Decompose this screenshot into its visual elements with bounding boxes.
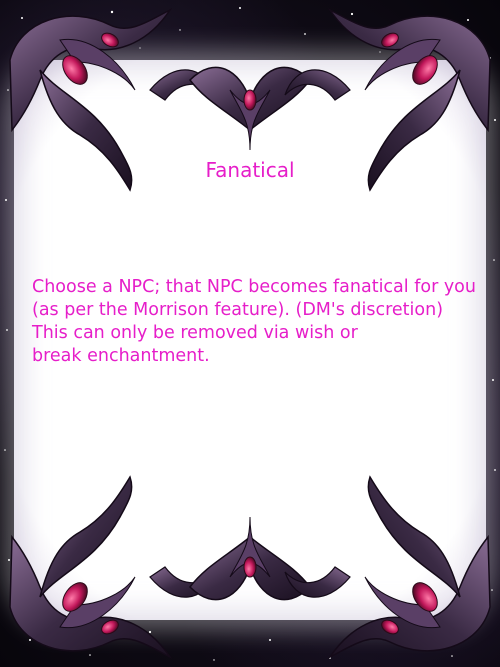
description-line: (as per the Morrison feature). (DM's dis… [32,300,444,320]
ornate-corner-icon [284,475,491,659]
card-title: Fanatical [205,158,295,182]
ornate-corner-icon [9,475,216,659]
gem-icon [243,89,257,111]
center-crest-ornament [189,66,311,151]
ability-card: Fanatical Choose a NPC; that NPC becomes… [0,0,500,667]
center-crest-ornament [189,516,311,601]
gem-icon [243,556,257,578]
description-line: Choose a NPC; that NPC becomes fanatical… [32,277,476,297]
description-line: This can only be removed via wish or [32,323,358,343]
description-line: break enchantment. [32,346,210,366]
card-description: Choose a NPC; that NPC becomes fanatical… [32,276,477,368]
bottom-frame-ornament [9,475,491,659]
